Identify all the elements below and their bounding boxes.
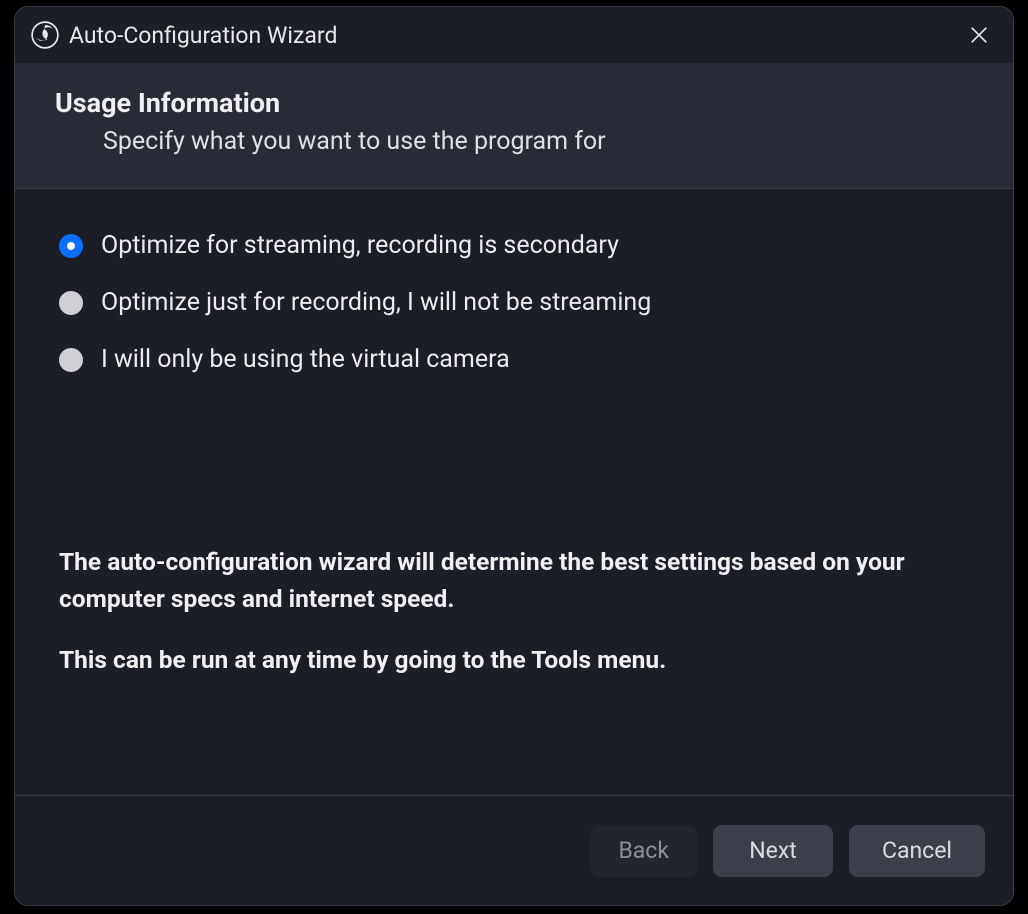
wizard-body: Optimize for streaming, recording is sec…: [15, 189, 1013, 795]
close-button[interactable]: [959, 15, 999, 55]
obs-logo-icon: [31, 21, 59, 49]
info-line: The auto-configuration wizard will deter…: [59, 544, 969, 618]
radio-option-recording[interactable]: Optimize just for recording, I will not …: [59, 288, 969, 317]
info-line: This can be run at any time by going to …: [59, 642, 969, 679]
radio-label: I will only be using the virtual camera: [101, 345, 510, 374]
cancel-button[interactable]: Cancel: [849, 825, 985, 877]
page-title: Usage Information: [55, 87, 973, 119]
radio-option-virtual-camera[interactable]: I will only be using the virtual camera: [59, 345, 969, 374]
radio-label: Optimize just for recording, I will not …: [101, 288, 651, 317]
radio-indicator-icon: [59, 234, 83, 258]
next-button[interactable]: Next: [713, 825, 833, 877]
radio-label: Optimize for streaming, recording is sec…: [101, 231, 619, 260]
titlebar: Auto-Configuration Wizard: [15, 7, 1013, 63]
wizard-header: Usage Information Specify what you want …: [15, 63, 1013, 189]
wizard-footer: Back Next Cancel: [15, 795, 1013, 905]
back-button[interactable]: Back: [590, 825, 697, 877]
dialog-window: Auto-Configuration Wizard Usage Informat…: [14, 6, 1014, 906]
radio-indicator-icon: [59, 348, 83, 372]
usage-radio-group: Optimize for streaming, recording is sec…: [59, 231, 969, 374]
wizard-description: The auto-configuration wizard will deter…: [59, 544, 969, 678]
window-title: Auto-Configuration Wizard: [69, 22, 959, 49]
radio-option-streaming[interactable]: Optimize for streaming, recording is sec…: [59, 231, 969, 260]
close-icon: [968, 24, 990, 46]
page-subtitle: Specify what you want to use the program…: [103, 127, 973, 156]
radio-indicator-icon: [59, 291, 83, 315]
